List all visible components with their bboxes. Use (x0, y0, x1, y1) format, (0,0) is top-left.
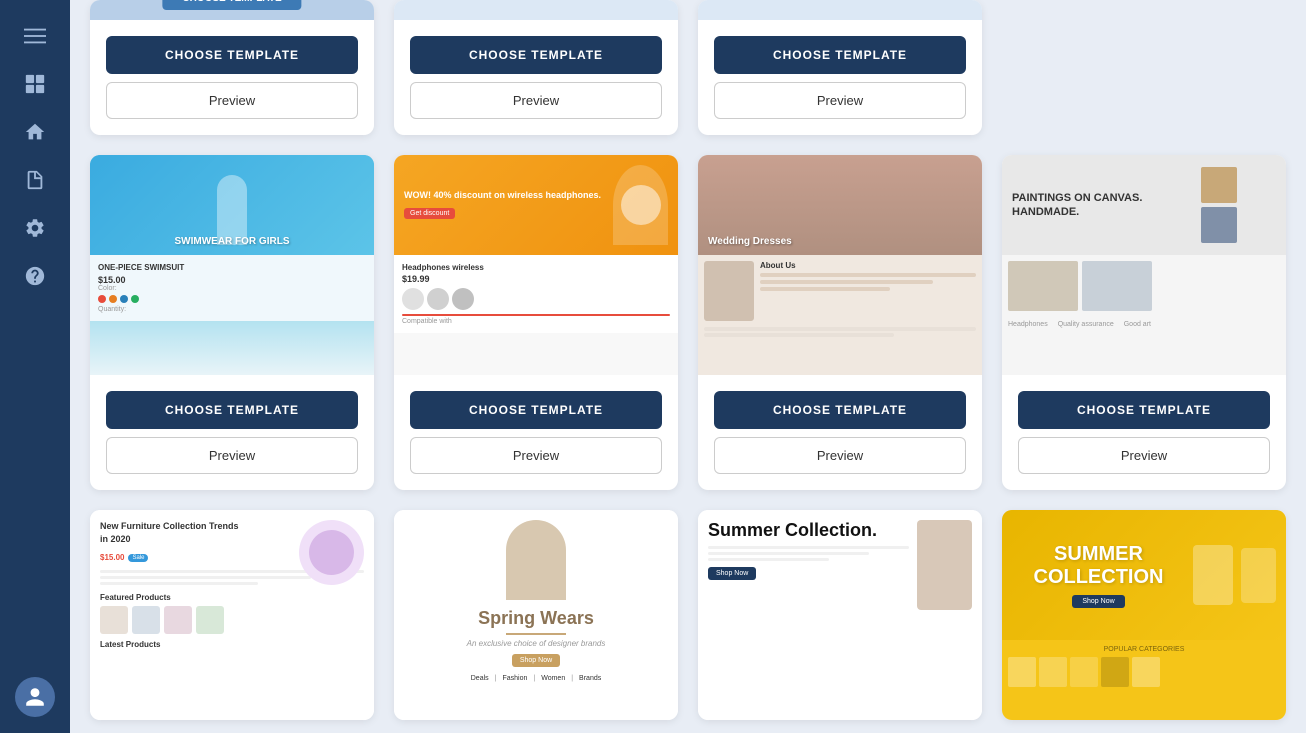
template-card-paintings: PAINTINGS ON CANVAS. HANDMADE. Headphone… (1002, 155, 1286, 490)
choose-template-button-paintings[interactable]: CHOOSE TEMPLATE (1018, 391, 1270, 429)
wedding-about-text: About Us (760, 261, 976, 270)
template-card-top-2: CHOOSE TEMPLATE Preview (394, 0, 678, 135)
preview-button-top1[interactable]: Preview (106, 82, 358, 119)
summer-collection-title: Summer Collection. (708, 520, 909, 542)
template-card-summer-yellow: SUMMER COLLECTION Shop Now POPULAR CATEG… (1002, 510, 1286, 720)
main-content: CHOOSE TEMPLATE CHOOSE TEMPLATE Preview … (70, 0, 1306, 733)
choose-template-button-swimwear[interactable]: CHOOSE TEMPLATE (106, 391, 358, 429)
preview-button-headphones[interactable]: Preview (410, 437, 662, 474)
headphones-price: $19.99 (402, 274, 670, 284)
preview-button-top2[interactable]: Preview (410, 82, 662, 119)
help-icon[interactable] (15, 256, 55, 296)
paintings-hero-text: PAINTINGS ON CANVAS. HANDMADE. (1012, 191, 1201, 220)
preview-button-top3[interactable]: Preview (714, 82, 966, 119)
settings-icon[interactable] (15, 208, 55, 248)
choose-template-button-wedding[interactable]: CHOOSE TEMPLATE (714, 391, 966, 429)
template-card-top-1: CHOOSE TEMPLATE CHOOSE TEMPLATE Preview (90, 0, 374, 135)
menu-icon[interactable] (15, 16, 55, 56)
dashboard-icon[interactable] (15, 64, 55, 104)
choose-template-button-top3[interactable]: CHOOSE TEMPLATE (714, 36, 966, 74)
choose-template-button-top1[interactable]: CHOOSE TEMPLATE (106, 36, 358, 74)
spring-title: Spring Wears (478, 608, 594, 629)
wedding-hero-text: Wedding Dresses (708, 236, 792, 247)
template-card-wedding: Wedding Dresses About Us CH (698, 155, 982, 490)
template-card-summer-collection: Summer Collection. Shop Now Featured Pro… (698, 510, 982, 720)
choose-template-button-headphones[interactable]: CHOOSE TEMPLATE (410, 391, 662, 429)
swimwear-hero-text: SWIMWEAR FOR GIRLS (175, 236, 290, 247)
swimwear-colors (98, 295, 366, 303)
document-icon[interactable] (15, 160, 55, 200)
user-avatar[interactable] (15, 677, 55, 717)
headphones-hero-text: WOW! 40% discount on wireless headphones… (404, 190, 603, 202)
sidebar (0, 0, 70, 733)
preview-button-wedding[interactable]: Preview (714, 437, 966, 474)
template-card-top-3: CHOOSE TEMPLATE Preview (698, 0, 982, 135)
spring-subtitle: An exclusive choice of designer brands (467, 639, 606, 648)
swimwear-product-title: ONE-PIECE SWIMSUIT (98, 263, 366, 272)
template-card-spring: Spring Wears An exclusive choice of desi… (394, 510, 678, 720)
headphones-product-title: Headphones wireless (402, 263, 670, 272)
template-card-headphones: WOW! 40% discount on wireless headphones… (394, 155, 678, 490)
template-grid: CHOOSE TEMPLATE CHOOSE TEMPLATE Preview … (90, 0, 1286, 720)
furniture-title: New Furniture Collection Trends in 2020 (100, 520, 245, 545)
template-card-furniture: New Furniture Collection Trends in 2020 … (90, 510, 374, 720)
home-icon[interactable] (15, 112, 55, 152)
summer-yellow-title: SUMMER COLLECTION (1012, 543, 1185, 589)
template-card-swimwear: SWIMWEAR FOR GIRLS ONE-PIECE SWIMSUIT $1… (90, 155, 374, 490)
choose-template-button-top2[interactable]: CHOOSE TEMPLATE (410, 36, 662, 74)
preview-button-paintings[interactable]: Preview (1018, 437, 1270, 474)
preview-button-swimwear[interactable]: Preview (106, 437, 358, 474)
swimwear-price: $15.00 (98, 275, 366, 285)
